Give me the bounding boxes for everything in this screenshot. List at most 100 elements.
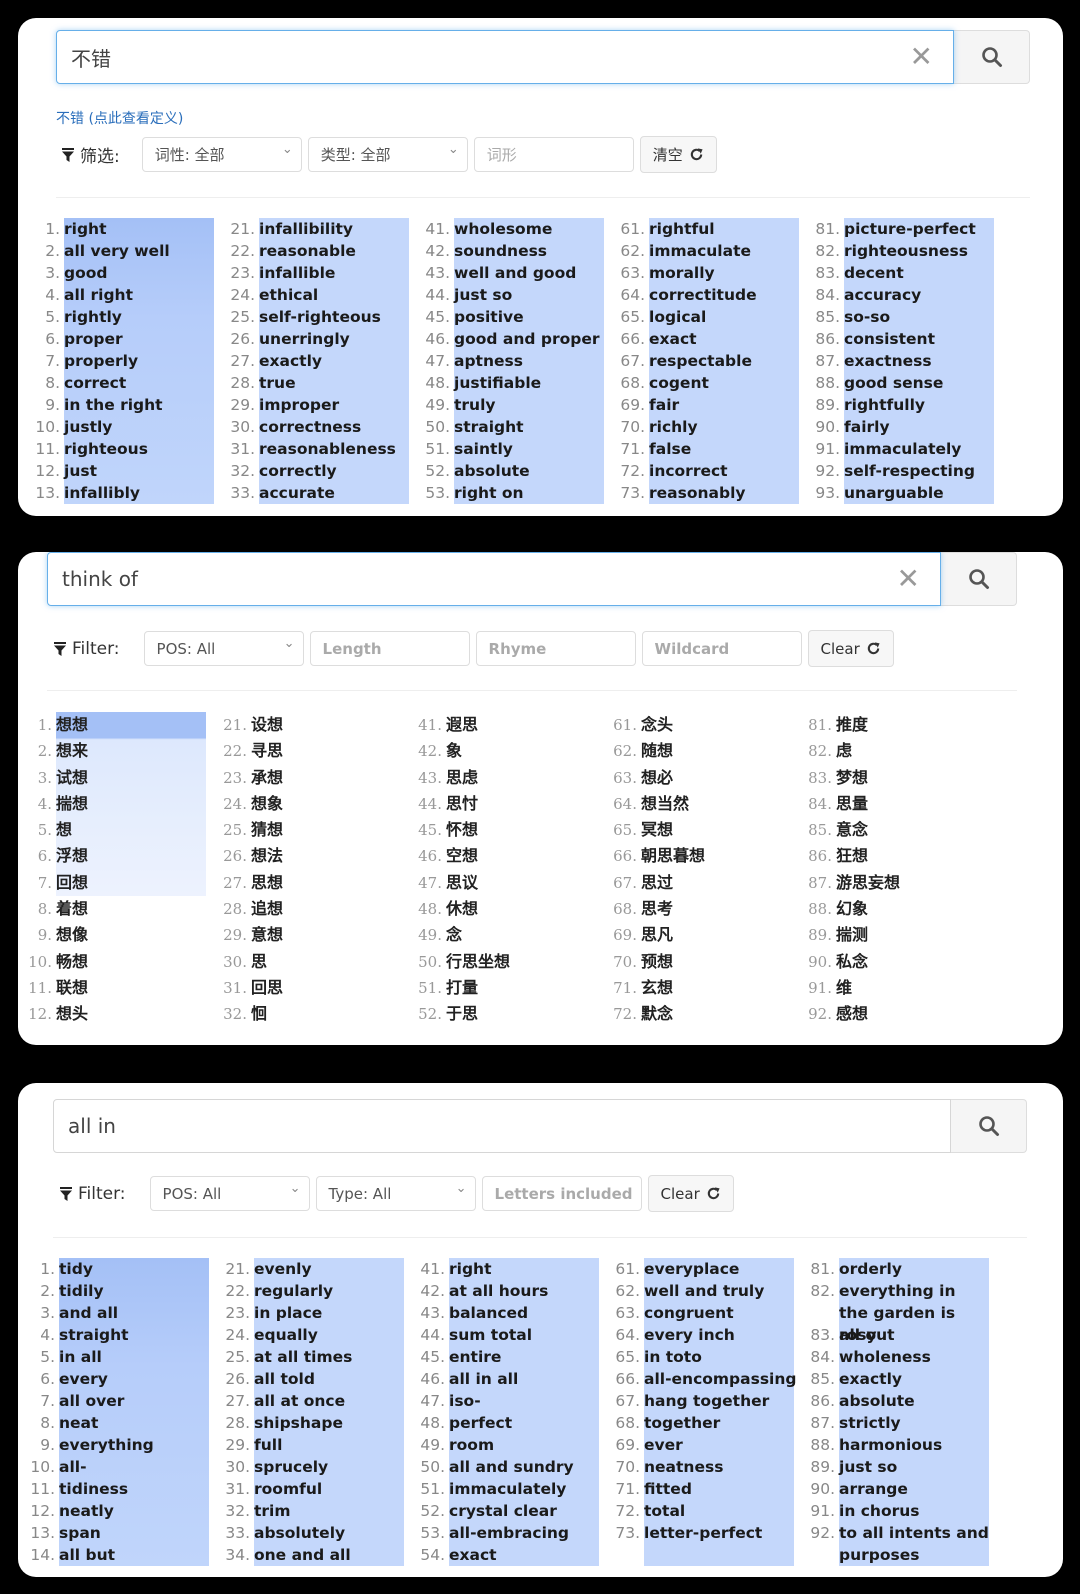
result-word-link[interactable]: rightfully — [844, 394, 925, 416]
result-word-link[interactable]: 想必 — [641, 765, 673, 791]
result-word-link[interactable]: 畅想 — [56, 949, 88, 975]
result-word-link[interactable]: righteous — [64, 438, 148, 460]
result-word-link[interactable]: 寻思 — [251, 738, 283, 764]
result-word-link[interactable]: hang together — [644, 1390, 769, 1412]
result-word-link[interactable]: rightly — [64, 306, 122, 328]
result-word-link[interactable]: 意想 — [251, 922, 283, 948]
result-word-link[interactable]: good and proper — [454, 328, 600, 350]
result-word-link[interactable]: every inch — [644, 1324, 735, 1346]
result-word-link[interactable]: accurate — [259, 482, 335, 504]
result-word-link[interactable]: improper — [259, 394, 339, 416]
result-word-link[interactable]: arrange — [839, 1478, 908, 1500]
result-word-link[interactable]: sprucely — [254, 1456, 328, 1478]
result-word-link[interactable]: well and good — [454, 262, 576, 284]
result-word-link[interactable]: wholeness — [839, 1346, 931, 1368]
result-word-link[interactable]: 感想 — [836, 1001, 868, 1027]
result-word-link[interactable]: room — [449, 1434, 494, 1456]
result-word-link[interactable]: straight — [59, 1324, 129, 1346]
result-word-link[interactable]: 想法 — [251, 843, 283, 869]
result-word-link[interactable]: correctly — [259, 460, 337, 482]
result-word-link[interactable]: 回思 — [251, 975, 283, 1001]
result-word-link[interactable]: tidiness — [59, 1478, 128, 1500]
result-word-link[interactable]: cogent — [649, 372, 709, 394]
result-word-link[interactable]: 承想 — [251, 765, 283, 791]
result-word-link[interactable]: strictly — [839, 1412, 901, 1434]
result-word-link[interactable]: iso- — [449, 1390, 481, 1412]
clear-filters-button[interactable]: Clear — [647, 1175, 734, 1212]
result-word-link[interactable]: infallible — [259, 262, 335, 284]
result-word-link[interactable]: orderly — [839, 1258, 902, 1280]
result-word-link[interactable]: 打量 — [446, 975, 478, 1001]
result-word-link[interactable]: soundness — [454, 240, 547, 262]
result-word-link[interactable]: equally — [254, 1324, 318, 1346]
result-word-link[interactable]: positive — [454, 306, 524, 328]
result-word-link[interactable]: 朝思暮想 — [641, 843, 705, 869]
result-word-link[interactable]: harmonious — [839, 1434, 942, 1456]
result-word-link[interactable]: shipshape — [254, 1412, 343, 1434]
result-word-link[interactable]: right — [449, 1258, 492, 1280]
result-word-link[interactable]: wholesome — [454, 218, 552, 240]
result-word-link[interactable]: all told — [254, 1368, 315, 1390]
result-word-link[interactable]: 休想 — [446, 896, 478, 922]
search-input[interactable] — [57, 45, 953, 69]
search-input[interactable] — [54, 1114, 950, 1138]
result-word-link[interactable]: all out — [839, 1324, 895, 1346]
result-word-link[interactable]: span — [59, 1522, 101, 1544]
result-word-link[interactable]: well and truly — [644, 1280, 764, 1302]
result-word-link[interactable]: 猜想 — [251, 817, 283, 843]
result-word-link[interactable]: true — [259, 372, 296, 394]
result-word-link[interactable]: letter-perfect — [644, 1522, 762, 1544]
result-word-link[interactable]: 恛 — [251, 1001, 267, 1027]
result-word-link[interactable]: 于思 — [446, 1001, 478, 1027]
result-word-link[interactable]: 预想 — [641, 949, 673, 975]
result-word-link[interactable]: all over — [59, 1390, 124, 1412]
result-word-link[interactable]: rightful — [649, 218, 715, 240]
result-word-link[interactable]: 思议 — [446, 870, 478, 896]
result-word-link[interactable]: picture-perfect — [844, 218, 976, 240]
word-form-input[interactable]: 词形 — [473, 137, 634, 172]
result-word-link[interactable]: ever — [644, 1434, 683, 1456]
result-word-link[interactable]: 虑 — [836, 738, 852, 764]
result-word-link[interactable]: absolute — [839, 1390, 915, 1412]
result-word-link[interactable]: 思量 — [836, 791, 868, 817]
close-icon[interactable]: ✕ — [910, 43, 933, 71]
definition-link[interactable]: 不错 (点此查看定义) — [56, 108, 183, 128]
result-word-link[interactable]: decent — [844, 262, 904, 284]
result-word-link[interactable]: self-respecting — [844, 460, 975, 482]
result-word-link[interactable]: all and sundry — [449, 1456, 574, 1478]
result-word-link[interactable]: together — [644, 1412, 720, 1434]
result-word-link[interactable]: incorrect — [649, 460, 728, 482]
result-word-link[interactable]: logical — [649, 306, 706, 328]
result-word-link[interactable]: reasonable — [259, 240, 356, 262]
result-word-link[interactable]: 想 — [56, 817, 72, 843]
result-word-link[interactable]: exactness — [844, 350, 932, 372]
result-word-link[interactable]: and all — [59, 1302, 118, 1324]
result-word-link[interactable]: consistent — [844, 328, 935, 350]
result-word-link[interactable]: reasonableness — [259, 438, 396, 460]
result-word-link[interactable]: neat — [59, 1412, 98, 1434]
result-word-link[interactable]: morally — [649, 262, 715, 284]
result-word-link[interactable]: 象 — [446, 738, 462, 764]
result-word-link[interactable]: crystal clear — [449, 1500, 557, 1522]
result-word-link[interactable]: in toto — [644, 1346, 702, 1368]
result-word-link[interactable]: 遐思 — [446, 712, 478, 738]
result-word-link[interactable]: 思忖 — [446, 791, 478, 817]
result-word-link[interactable]: good — [64, 262, 108, 284]
result-word-link[interactable]: 默念 — [641, 1001, 673, 1027]
result-word-link[interactable]: 想当然 — [641, 791, 689, 817]
result-word-link[interactable]: 追想 — [251, 896, 283, 922]
result-word-link[interactable]: 空想 — [446, 843, 478, 869]
result-word-link[interactable]: to all intents and purposes — [839, 1522, 989, 1566]
result-word-link[interactable]: every — [59, 1368, 108, 1390]
result-word-link[interactable]: regularly — [254, 1280, 333, 1302]
result-word-link[interactable]: sum total — [449, 1324, 532, 1346]
result-word-link[interactable]: correct — [64, 372, 126, 394]
result-word-link[interactable]: in all — [59, 1346, 102, 1368]
result-word-link[interactable]: fitted — [644, 1478, 692, 1500]
result-word-link[interactable]: 思 — [251, 949, 267, 975]
result-word-link[interactable]: everyplace — [644, 1258, 739, 1280]
type-select[interactable]: 类型: 全部 — [307, 137, 468, 172]
result-word-link[interactable]: 着想 — [56, 896, 88, 922]
result-word-link[interactable]: 浮想 — [56, 843, 88, 869]
result-word-link[interactable]: aptness — [454, 350, 523, 372]
